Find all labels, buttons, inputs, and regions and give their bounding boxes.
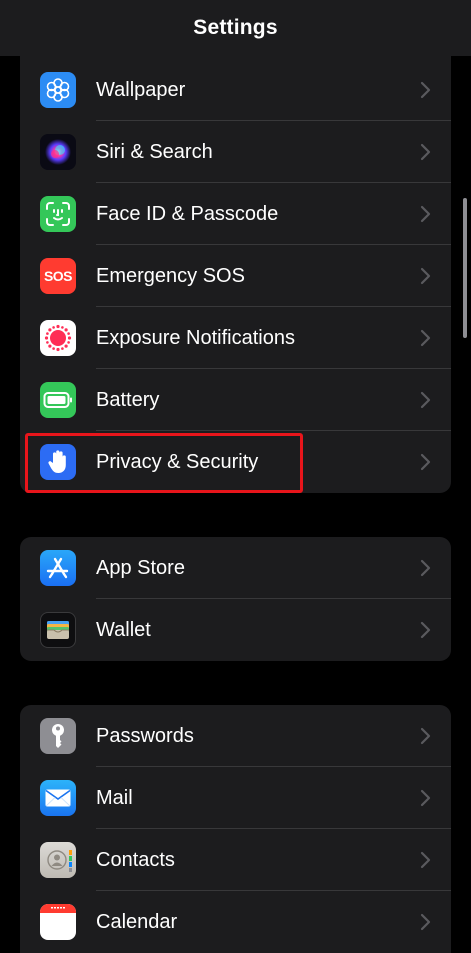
chevron-right-icon	[420, 453, 431, 471]
chevron-right-icon	[420, 851, 431, 869]
siri-icon	[40, 134, 76, 170]
highlight-box	[25, 433, 303, 493]
settings-group-accounts: Passwords Mail Contacts Calendar	[20, 705, 451, 953]
settings-row-contacts[interactable]: Contacts	[20, 829, 451, 891]
chevron-right-icon	[420, 789, 431, 807]
chevron-right-icon	[420, 329, 431, 347]
chevron-right-icon	[420, 727, 431, 745]
chevron-right-icon	[420, 267, 431, 285]
settings-row-label: Wallet	[96, 618, 151, 641]
settings-row-wallpaper[interactable]: Wallpaper	[20, 59, 451, 121]
face-id-icon	[40, 196, 76, 232]
chevron-right-icon	[420, 559, 431, 577]
settings-group-general: Wallpaper Siri & Search Face ID & Passco…	[20, 0, 451, 493]
settings-group-store: App Store Wallet	[20, 537, 451, 661]
contacts-icon	[40, 842, 76, 878]
settings-row-label: Exposure Notifications	[96, 326, 295, 349]
vertical-scrollbar[interactable]	[463, 198, 467, 338]
settings-row-label: Emergency SOS	[96, 264, 245, 287]
chevron-right-icon	[420, 391, 431, 409]
settings-row-emergency-sos[interactable]: SOS Emergency SOS	[20, 245, 451, 307]
app-store-icon	[40, 550, 76, 586]
settings-row-face-id-passcode[interactable]: Face ID & Passcode	[20, 183, 451, 245]
settings-row-mail[interactable]: Mail	[20, 767, 451, 829]
wallpaper-icon	[40, 72, 76, 108]
settings-row-battery[interactable]: Battery	[20, 369, 451, 431]
chevron-right-icon	[420, 205, 431, 223]
settings-row-label: Wallpaper	[96, 78, 186, 101]
settings-row-passwords[interactable]: Passwords	[20, 705, 451, 767]
sos-icon-text: SOS	[43, 268, 73, 284]
battery-icon	[40, 382, 76, 418]
mail-icon	[40, 780, 76, 816]
settings-row-siri-search[interactable]: Siri & Search	[20, 121, 451, 183]
settings-row-app-store[interactable]: App Store	[20, 537, 451, 599]
settings-row-label: Mail	[96, 786, 133, 809]
exposure-notifications-icon	[40, 320, 76, 356]
navigation-bar: Settings	[0, 0, 471, 56]
key-icon	[40, 718, 76, 754]
chevron-right-icon	[420, 143, 431, 161]
chevron-right-icon	[420, 81, 431, 99]
chevron-right-icon	[420, 913, 431, 931]
chevron-right-icon	[420, 621, 431, 639]
settings-row-label: Contacts	[96, 848, 175, 871]
settings-row-exposure-notifications[interactable]: Exposure Notifications	[20, 307, 451, 369]
settings-row-wallet[interactable]: Wallet	[20, 599, 451, 661]
settings-row-label: Passwords	[96, 724, 194, 747]
settings-row-label: Battery	[96, 388, 160, 411]
wallet-icon	[40, 612, 76, 648]
settings-row-label: Face ID & Passcode	[96, 202, 279, 225]
settings-row-calendar[interactable]: Calendar	[20, 891, 451, 953]
settings-row-label: Siri & Search	[96, 140, 213, 163]
sos-icon: SOS	[40, 258, 76, 294]
settings-row-label: Calendar	[96, 910, 178, 933]
calendar-icon	[40, 904, 76, 940]
settings-row-label: App Store	[96, 556, 185, 579]
page-title: Settings	[193, 16, 278, 39]
